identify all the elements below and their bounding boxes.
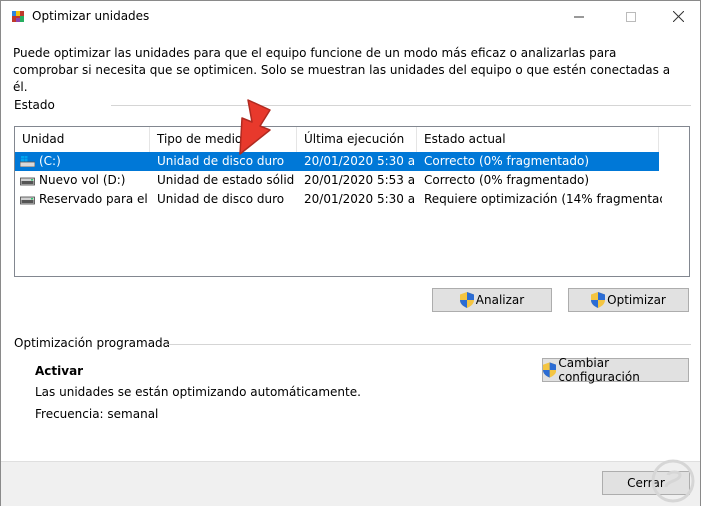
- optimize-label: Optimizar: [607, 293, 666, 307]
- cell-unidad: Reservado para el s...: [39, 192, 147, 206]
- schedule-description: Las unidades se están optimizando automá…: [35, 385, 361, 399]
- optimize-button[interactable]: Optimizar: [568, 288, 689, 312]
- column-header-estado[interactable]: Estado actual: [417, 127, 659, 152]
- optimize-drives-window: Optimizar unidades Puede optimizar las u…: [0, 0, 701, 506]
- dialog-footer: [1, 461, 700, 506]
- cell-unidad: (C:): [38, 152, 146, 171]
- drive-icon: [20, 177, 35, 186]
- schedule-state: Activar: [35, 364, 84, 378]
- close-icon: [672, 11, 684, 22]
- window-title: Optimizar unidades: [32, 9, 150, 23]
- drive-icon: [20, 196, 35, 205]
- uac-shield-icon: [459, 292, 474, 308]
- windows-drive-icon: [20, 156, 35, 167]
- analyze-label: Analizar: [475, 293, 525, 307]
- list-header: Unidad Tipo de medios Última ejecución E…: [15, 127, 689, 152]
- close-window-button[interactable]: [655, 1, 701, 32]
- change-settings-label: Cambiar configuración: [558, 356, 640, 384]
- drive-row-d[interactable]: Nuevo vol (D:) Unidad de estado sólido 2…: [15, 171, 659, 190]
- drives-list[interactable]: Unidad Tipo de medios Última ejecución E…: [14, 126, 690, 277]
- status-section-label: Estado: [14, 98, 55, 112]
- uac-shield-icon: [591, 292, 606, 308]
- red-arrow-annotation-icon: [239, 99, 271, 155]
- minimize-icon: [574, 16, 584, 17]
- cell-ultima: 20/01/2020 5:53 a. ...: [304, 173, 415, 187]
- change-settings-button[interactable]: Cambiar configuración: [542, 356, 689, 384]
- uac-shield-icon: [543, 362, 557, 378]
- scheduled-divider: [167, 344, 691, 345]
- cell-tipo: Unidad de estado sólido: [157, 173, 295, 187]
- cell-ultima: 20/01/2020 5:30 a. ...: [304, 192, 415, 206]
- cell-estado: Requiere optimización (14% fragmentado): [424, 192, 662, 206]
- column-header-ultima[interactable]: Última ejecución: [297, 127, 417, 152]
- cell-estado: Correcto (0% fragmentado): [424, 173, 589, 187]
- scheduled-section-label: Optimización programada: [14, 336, 171, 350]
- cell-unidad: Nuevo vol (D:): [39, 173, 126, 187]
- status-divider: [111, 105, 691, 106]
- intro-description: Puede optimizar las unidades para que el…: [13, 46, 671, 94]
- minimize-button[interactable]: [556, 1, 602, 32]
- analyze-button[interactable]: Analizar: [432, 288, 552, 312]
- maximize-button[interactable]: [608, 1, 654, 32]
- cell-estado: Correcto (0% fragmentado): [424, 154, 589, 168]
- defrag-app-icon: [12, 11, 24, 22]
- cell-tipo: Unidad de disco duro: [157, 192, 285, 206]
- title-bar: Optimizar unidades: [1, 1, 700, 32]
- drive-row-reserved[interactable]: Reservado para el s... Unidad de disco d…: [15, 190, 662, 209]
- schedule-frequency: Frecuencia: semanal: [35, 407, 159, 421]
- drive-row-c[interactable]: (C:) Unidad de disco duro 20/01/2020 5:3…: [15, 152, 659, 171]
- cell-ultima: 20/01/2020 5:30 a. ...: [304, 154, 415, 168]
- column-header-unidad[interactable]: Unidad: [15, 127, 150, 152]
- maximize-icon: [626, 11, 636, 22]
- watermark-logo-icon: [651, 459, 695, 503]
